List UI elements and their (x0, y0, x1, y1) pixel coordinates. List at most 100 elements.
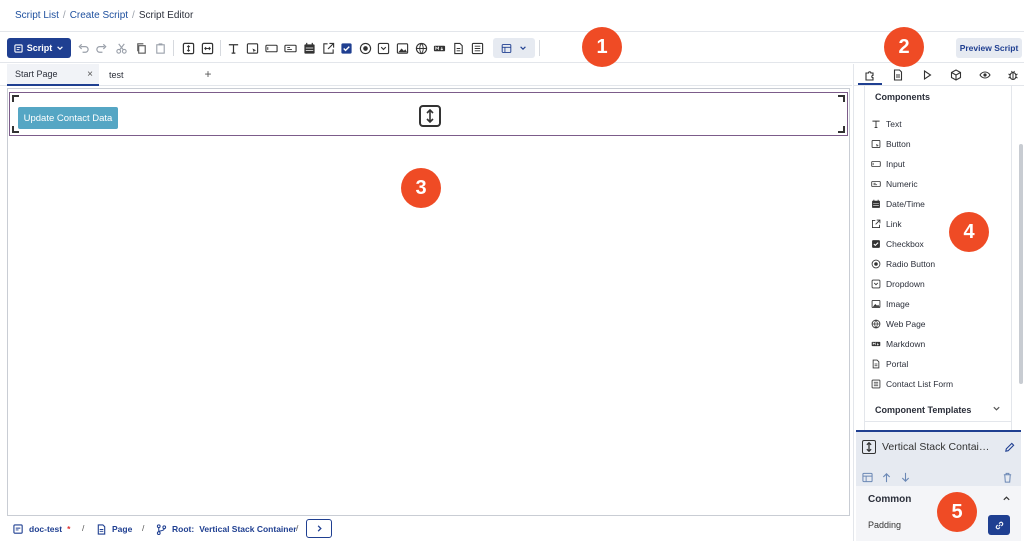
design-canvas[interactable]: Update Contact Data (7, 88, 850, 516)
page-label: Page (112, 524, 133, 534)
vertical-stack-container[interactable]: Update Contact Data (9, 92, 848, 136)
component-button[interactable]: Button (871, 137, 911, 151)
component-templates-header[interactable]: Component Templates (864, 398, 1012, 422)
component-label: Dropdown (886, 279, 925, 289)
component-radio-button[interactable]: Radio Button (871, 257, 935, 271)
update-contact-data-button[interactable]: Update Contact Data (18, 107, 118, 129)
vertical-stack-button[interactable] (180, 40, 196, 56)
preview-script-button[interactable]: Preview Script (956, 38, 1022, 58)
component-label: Input (886, 159, 905, 169)
tab-run[interactable] (915, 67, 939, 83)
tab-objects[interactable] (944, 67, 968, 83)
add-tab-button[interactable]: + (201, 67, 215, 81)
component-label: Radio Button (886, 259, 936, 269)
breadcrumb-create-script[interactable]: Create Script (70, 10, 128, 21)
layout-select[interactable] (493, 38, 535, 58)
root-path-item[interactable]: Root: Vertical Stack Container (156, 523, 297, 535)
checkbox-icon (872, 240, 880, 248)
cube-icon (950, 69, 962, 81)
resize-handle-top-left[interactable] (12, 95, 19, 102)
add-markdown-button[interactable] (431, 40, 447, 56)
cut-button[interactable] (113, 40, 129, 56)
add-contact-list-form-button[interactable] (469, 40, 485, 56)
add-numeric-button[interactable] (282, 40, 298, 56)
component-image[interactable]: Image (871, 297, 910, 311)
numeric-icon (283, 44, 297, 52)
chevron-down-icon (993, 406, 1000, 411)
breadcrumb: Script List / Create Script / Script Edi… (15, 8, 193, 22)
tab-start-page[interactable]: Start Page × (7, 64, 99, 86)
page-tab-bar: Start Page × test + (0, 64, 852, 86)
add-dropdown-button[interactable] (375, 40, 391, 56)
page-path-item[interactable]: Page (96, 523, 132, 535)
text-icon (872, 120, 880, 129)
add-button-button[interactable] (244, 40, 260, 56)
toolbar-divider (220, 40, 221, 56)
link-icon (872, 219, 881, 228)
component-numeric[interactable]: Numeric (871, 177, 918, 191)
markdown-icon (871, 341, 881, 347)
script-editor-app: Script List / Create Script / Script Edi… (0, 0, 1024, 541)
script-icon (13, 523, 23, 534)
webpage-icon (415, 42, 427, 54)
component-label: Image (886, 299, 910, 309)
add-webpage-button[interactable] (413, 40, 429, 56)
root-label: Root: (172, 524, 195, 534)
script-menu-button[interactable]: Script (7, 38, 71, 58)
add-link-button[interactable] (320, 40, 336, 56)
undo-button[interactable] (75, 40, 91, 56)
horizontal-stack-button[interactable] (199, 40, 215, 56)
tab-debug[interactable] (1001, 67, 1024, 83)
portal-icon (872, 359, 880, 369)
component-label: Checkbox (886, 239, 924, 249)
chevron-up-icon[interactable] (1002, 494, 1011, 503)
add-radio-button[interactable] (357, 40, 373, 56)
undo-icon (77, 43, 89, 53)
dropdown-icon (871, 279, 881, 289)
resize-handle-top-right[interactable] (838, 95, 845, 102)
vertical-stack-indicator (419, 105, 441, 127)
path-next-button[interactable] (306, 519, 332, 538)
component-dropdown[interactable]: Dropdown (871, 277, 925, 291)
play-icon (923, 69, 932, 81)
rename-button[interactable] (1004, 440, 1015, 458)
component-templates-title: Component Templates (875, 405, 972, 415)
common-title: Common (868, 494, 912, 505)
redo-button[interactable] (93, 40, 109, 56)
tab-visibility[interactable] (973, 67, 997, 83)
component-label: Markdown (886, 339, 926, 349)
add-input-button[interactable] (263, 40, 279, 56)
paste-button[interactable] (152, 40, 168, 56)
image-icon (871, 300, 881, 308)
breadcrumb-script-list[interactable]: Script List (15, 10, 59, 21)
component-checkbox[interactable]: Checkbox (871, 237, 924, 251)
document-icon (97, 523, 106, 535)
add-datetime-button[interactable] (301, 40, 317, 56)
link-padding-button[interactable] (988, 515, 1010, 535)
tab-test[interactable]: test (101, 64, 193, 86)
link-icon (322, 42, 334, 54)
panel-scrollbar[interactable] (1019, 144, 1023, 384)
component-markdown[interactable]: Markdown (871, 337, 925, 351)
component-text[interactable]: Text (871, 117, 902, 131)
doc-path-item[interactable]: doc-test * (13, 523, 70, 535)
markdown-icon (433, 45, 445, 51)
component-portal[interactable]: Portal (871, 357, 908, 371)
component-datetime[interactable]: Date/Time (871, 197, 925, 211)
tab-page-properties[interactable] (886, 67, 910, 83)
copy-button[interactable] (133, 40, 149, 56)
component-web-page[interactable]: Web Page (871, 317, 926, 331)
eye-icon (979, 71, 991, 79)
component-contact-list-form[interactable]: Contact List Form (871, 377, 953, 391)
add-image-button[interactable] (394, 40, 410, 56)
add-checkbox-button[interactable] (338, 40, 354, 56)
resize-handle-bottom-right[interactable] (838, 126, 845, 133)
component-link[interactable]: Link (871, 217, 902, 231)
path-separator: / (82, 523, 85, 533)
component-input[interactable]: Input (871, 157, 905, 171)
add-portal-button[interactable] (450, 40, 466, 56)
add-text-button[interactable] (225, 40, 241, 56)
tab-components[interactable] (858, 66, 882, 85)
copy-icon (136, 42, 146, 54)
close-tab-icon[interactable]: × (87, 69, 93, 80)
